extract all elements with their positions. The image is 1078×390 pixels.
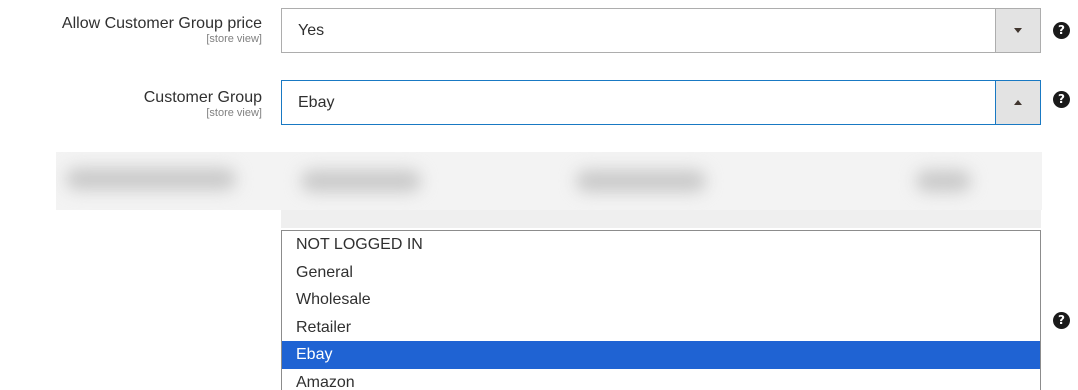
allow-group-price-label-text: Allow Customer Group price: [61, 15, 262, 32]
allow-group-price-value: Yes: [298, 22, 325, 39]
blurred-text: [916, 170, 971, 192]
allow-group-price-label: Allow Customer Group price [store view]: [62, 15, 262, 45]
customer-group-dropdown-button[interactable]: [995, 81, 1040, 124]
question-circle-icon[interactable]: ?: [1053, 91, 1070, 108]
allow-group-price-dropdown-button[interactable]: [995, 9, 1040, 52]
blurred-text: [66, 168, 236, 190]
question-circle-icon[interactable]: ?: [1053, 312, 1070, 329]
blurred-region: [56, 152, 1042, 210]
option-retailer[interactable]: Retailer: [282, 314, 1040, 342]
option-amazon[interactable]: Amazon: [282, 369, 1040, 390]
chevron-up-icon: [1014, 100, 1022, 105]
chevron-down-icon: [1014, 28, 1022, 33]
allow-group-price-select[interactable]: Yes: [281, 8, 1041, 53]
customer-group-label: Customer Group [store view]: [144, 89, 262, 119]
option-ebay[interactable]: Ebay: [282, 341, 1040, 369]
customer-group-value: Ebay: [298, 94, 335, 111]
option-not-logged-in[interactable]: NOT LOGGED IN: [282, 231, 1040, 259]
blurred-text: [301, 170, 421, 192]
question-circle-icon[interactable]: ?: [1053, 22, 1070, 39]
customer-group-select[interactable]: Ebay: [281, 80, 1041, 125]
customer-group-label-text: Customer Group: [143, 89, 262, 106]
customer-group-scope: [store view]: [206, 107, 262, 119]
blurred-region: [281, 210, 1041, 228]
option-wholesale[interactable]: Wholesale: [282, 286, 1040, 314]
customer-group-listbox[interactable]: NOT LOGGED IN General Wholesale Retailer…: [281, 230, 1041, 390]
option-general[interactable]: General: [282, 259, 1040, 287]
allow-group-price-scope: [store view]: [206, 33, 262, 45]
blurred-text: [576, 170, 706, 192]
